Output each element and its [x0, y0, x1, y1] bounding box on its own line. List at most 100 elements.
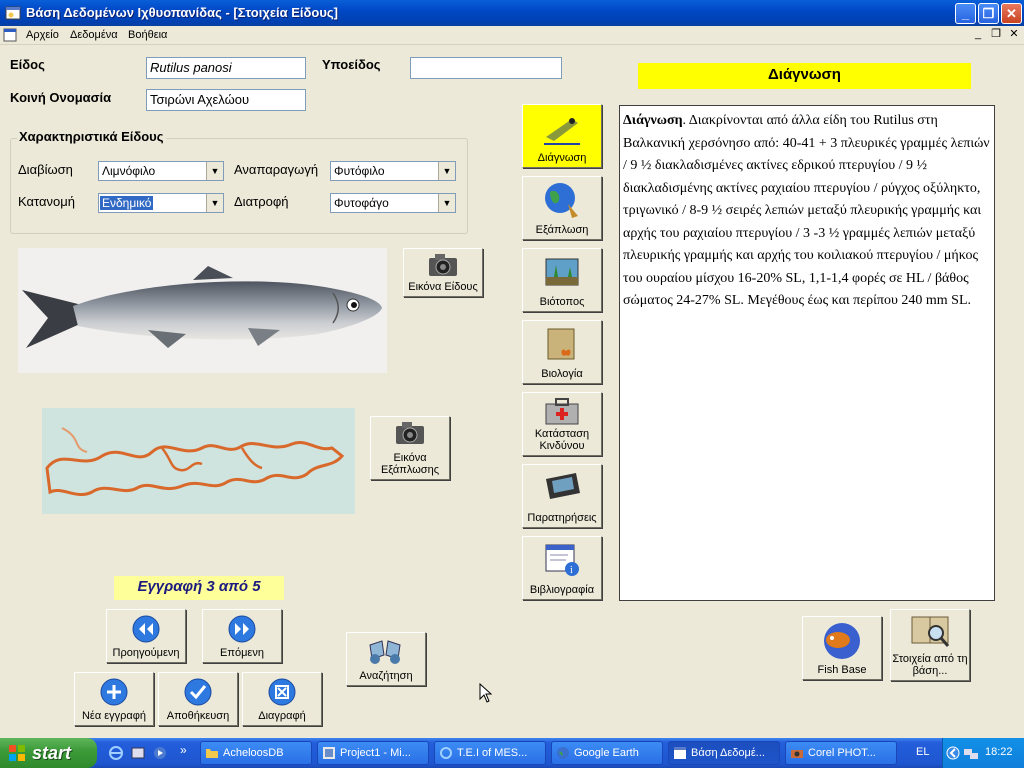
fishbase-button[interactable]: Fish Base [802, 616, 882, 680]
side-button-label: Διάγνωση [537, 152, 587, 164]
record-indicator: Εγγραφή 3 από 5 [114, 576, 284, 600]
delete-icon [268, 678, 296, 706]
side-button-label: Βιβλιογραφία [529, 584, 595, 596]
camera-icon [429, 254, 457, 276]
species-photo [18, 248, 387, 373]
side-button-biotope[interactable]: Βιότοπος [522, 248, 602, 312]
side-button-label: Εξάπλωση [535, 224, 589, 236]
show-desktop-icon[interactable] [130, 745, 146, 761]
side-button-label: Βιότοπος [539, 296, 585, 308]
taskbar-item-project1[interactable]: Project1 - Mi... [317, 741, 429, 765]
mdi-close-button[interactable]: ✕ [1006, 27, 1022, 41]
clock[interactable]: 18:22 [985, 746, 1013, 758]
svg-text:i: i [570, 565, 573, 576]
side-button-label: Κατάσταση Κινδύνου [534, 428, 590, 452]
quicklaunch-expand-icon[interactable]: » [180, 743, 187, 757]
network-icon[interactable] [963, 745, 979, 761]
mdi-restore-button[interactable]: ❐ [988, 27, 1004, 41]
save-button[interactable]: Αποθήκευση [158, 672, 238, 726]
db-info-button[interactable]: Στοιχεία από τη βάση... [890, 609, 970, 681]
side-button-distribution[interactable]: Εξάπλωση [522, 176, 602, 240]
internet-explorer-icon[interactable] [108, 745, 124, 761]
distribution-select[interactable]: Ενδημικό ▼ [98, 193, 224, 213]
reproduction-select[interactable]: Φυτόφιλο ▼ [330, 161, 456, 181]
distribution-map [42, 408, 355, 514]
taskbar-item-acheloosdb[interactable]: AcheloosDB [200, 741, 312, 765]
camera-icon [396, 422, 424, 444]
side-button-biology[interactable]: Βιολογία [522, 320, 602, 384]
species-field[interactable]: Rutilus panosi [146, 57, 306, 79]
species-image-button[interactable]: Εικόνα Είδους [403, 248, 483, 297]
folder-icon [206, 749, 218, 758]
taskbar-item-label: Βάση Δεδομέ... [691, 747, 765, 759]
camera-icon [791, 750, 803, 758]
new-record-button[interactable]: Νέα εγγραφή [74, 672, 154, 726]
window-title: Βάση Δεδομένων Ιχθυοπανίδας - [Στοιχεία … [26, 5, 338, 20]
close-button[interactable]: ✕ [1001, 3, 1022, 24]
title-bar[interactable]: Βάση Δεδομένων Ιχθυοπανίδας - [Στοιχεία … [0, 0, 1024, 26]
chevron-down-icon[interactable]: ▼ [438, 194, 455, 212]
taskbar-item-google-earth[interactable]: Google Earth [551, 741, 663, 765]
common-name-label: Κοινή Ονομασία [10, 90, 112, 105]
side-button-label: Παρατηρήσεις [527, 512, 597, 524]
document-icon[interactable] [3, 28, 17, 42]
taskbar-item-corel[interactable]: Corel PHOT... [785, 741, 897, 765]
save-label: Αποθήκευση [166, 710, 230, 722]
characteristics-title: Χαρακτηριστικά Είδους [17, 129, 166, 144]
menu-help[interactable]: Βοήθεια [128, 29, 167, 41]
diagnosis-heading: Διάγνωση [623, 113, 683, 128]
chevron-down-icon[interactable]: ▼ [438, 162, 455, 180]
side-button-diagnosis[interactable]: Διάγνωση [522, 104, 602, 168]
common-name-field[interactable]: Τσιρώνι Αχελώου [146, 89, 306, 111]
species-label: Είδος [10, 57, 45, 72]
diagnosis-text-box[interactable]: Διάγνωση. Διακρίνονται από άλλα είδη του… [619, 105, 995, 601]
google-earth-icon [557, 747, 569, 759]
mdi-minimize-button[interactable]: _ [970, 27, 986, 41]
diet-select[interactable]: Φυτοφάγο ▼ [330, 193, 456, 213]
search-button[interactable]: Αναζήτηση [346, 632, 426, 686]
start-button[interactable]: start [0, 738, 97, 768]
language-indicator[interactable]: EL [916, 746, 929, 758]
side-button-danger-status[interactable]: Κατάσταση Κινδύνου [522, 392, 602, 456]
globe-icon [545, 183, 578, 218]
book-butterfly-icon [547, 328, 575, 360]
tray-expand-icon[interactable] [946, 745, 960, 761]
system-tray: 18:22 [942, 738, 1024, 768]
fishbase-globe-icon [824, 623, 860, 659]
habitat-select[interactable]: Λιμνόφιλο ▼ [98, 161, 224, 181]
next-button[interactable]: Επόμενη [202, 609, 282, 663]
chevron-down-icon[interactable]: ▼ [206, 194, 223, 212]
media-player-icon[interactable] [152, 745, 168, 761]
taskbar-item-label: AcheloosDB [223, 747, 284, 759]
distribution-label: Κατανομή [18, 194, 75, 209]
minimize-button[interactable]: _ [955, 3, 976, 24]
menu-file[interactable]: Αρχείο [26, 29, 59, 41]
add-record-icon [100, 678, 128, 706]
distribution-image-button[interactable]: Εικόνα Εξάπλωσης [370, 416, 450, 480]
delete-button[interactable]: Διαγραφή [242, 672, 322, 726]
next-label: Επόμενη [220, 647, 264, 659]
search-label: Αναζήτηση [359, 670, 413, 682]
taskbar-item-fish-database[interactable]: Βάση Δεδομέ... [668, 741, 780, 765]
aquarium-icon [545, 258, 579, 286]
diagnosis-text: . Διακρίνονται από άλλα είδη του Rutilus… [623, 113, 990, 308]
menu-data[interactable]: Δεδομένα [70, 29, 118, 41]
film-icon [546, 473, 580, 499]
windows-logo-icon [9, 745, 25, 761]
taskbar: start » AcheloosDB Project1 - Mi... T.E.… [0, 738, 1024, 768]
previous-label: Προηγούμενη [112, 647, 180, 659]
mouse-cursor-icon [479, 683, 493, 703]
subspecies-field[interactable] [410, 57, 562, 79]
reproduction-value: Φυτόφιλο [334, 164, 385, 178]
maximize-button[interactable]: ❐ [978, 3, 999, 24]
diet-label: Διατροφή [234, 194, 289, 209]
side-button-observations[interactable]: Παρατηρήσεις [522, 464, 602, 528]
taskbar-item-label: T.E.I of MES... [457, 747, 528, 759]
rewind-icon [132, 615, 160, 643]
side-button-bibliography[interactable]: i Βιβλιογραφία [522, 536, 602, 600]
taskbar-item-label: Corel PHOT... [808, 747, 876, 759]
visual-basic-icon [323, 747, 335, 759]
chevron-down-icon[interactable]: ▼ [206, 162, 223, 180]
previous-button[interactable]: Προηγούμενη [106, 609, 186, 663]
taskbar-item-tei[interactable]: T.E.I of MES... [434, 741, 546, 765]
